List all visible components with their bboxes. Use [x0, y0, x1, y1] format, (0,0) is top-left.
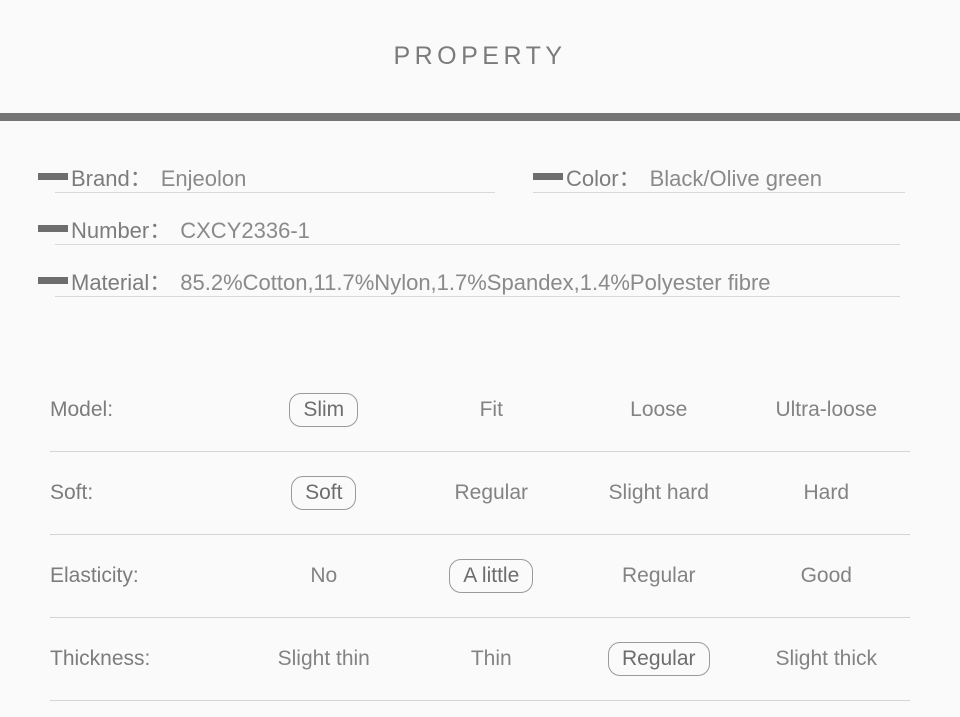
page-title: PROPERTY: [393, 42, 567, 70]
spec-option-thickness-2[interactable]: Regular: [575, 642, 743, 676]
spec-option-label: No: [310, 564, 338, 587]
spec-option-label: Slim: [289, 393, 359, 427]
property-info-block: Brand： Enjeolon Color： Black/Olive green…: [0, 141, 960, 297]
spec-label-thickness: Thickness:: [50, 647, 151, 670]
brand-label: Brand：: [71, 166, 152, 191]
spec-option-label: Hard: [803, 481, 850, 504]
spec-option-soft-3[interactable]: Hard: [743, 475, 911, 511]
material-label: Material：: [71, 270, 172, 295]
spec-option-soft-1[interactable]: Regular: [408, 475, 576, 511]
spec-label-model: Model:: [50, 398, 114, 421]
dash-marker-icon: [38, 277, 68, 284]
number-value: CXCY2336-1: [180, 218, 310, 243]
spec-option-soft-2[interactable]: Slight hard: [575, 475, 743, 511]
color-value: Black/Olive green: [649, 166, 822, 191]
info-field-color: Color： Black/Olive green: [533, 161, 822, 193]
spec-option-label: Slight hard: [608, 481, 709, 504]
spec-option-soft-0[interactable]: Soft: [240, 476, 408, 510]
spec-row-soft: Soft: Soft Regular Slight hard Hard: [50, 452, 910, 535]
spec-option-model-1[interactable]: Fit: [408, 392, 576, 428]
spec-option-thickness-3[interactable]: Slight thick: [743, 641, 911, 677]
color-label: Color：: [566, 166, 641, 191]
spec-option-elasticity-3[interactable]: Good: [743, 558, 911, 594]
spec-option-label: Regular: [454, 481, 529, 504]
dash-marker-icon: [38, 173, 68, 180]
info-field-material: Material： 85.2%Cotton,11.7%Nylon,1.7%Spa…: [38, 265, 771, 297]
spec-option-label: Soft: [291, 476, 357, 510]
spec-option-model-0[interactable]: Slim: [240, 393, 408, 427]
spec-options-elasticity: No A little Regular Good: [240, 558, 910, 594]
spec-option-thickness-1[interactable]: Thin: [408, 641, 576, 677]
number-label: Number：: [71, 218, 172, 243]
spec-option-label: Loose: [630, 398, 688, 421]
spec-row-elasticity: Elasticity: No A little Regular Good: [50, 535, 910, 618]
spec-label-soft: Soft:: [50, 481, 94, 504]
spec-option-label: Regular: [621, 564, 696, 587]
spec-row-thickness: Thickness: Slight thin Thin Regular Slig…: [50, 618, 910, 701]
spec-option-elasticity-1[interactable]: A little: [408, 559, 576, 593]
spec-option-elasticity-2[interactable]: Regular: [575, 558, 743, 594]
spec-options-model: Slim Fit Loose Ultra-loose: [240, 392, 910, 428]
spec-option-model-3[interactable]: Ultra-loose: [743, 392, 911, 428]
spec-label-elasticity: Elasticity:: [50, 564, 139, 587]
spec-option-thickness-0[interactable]: Slight thin: [240, 641, 408, 677]
info-field-brand: Brand： Enjeolon: [38, 161, 246, 193]
header-divider: [0, 113, 960, 121]
dash-marker-icon: [38, 225, 68, 232]
spec-option-label: Thin: [470, 647, 512, 670]
info-field-number: Number： CXCY2336-1: [38, 213, 310, 245]
info-row-number: Number： CXCY2336-1: [0, 193, 960, 245]
spec-option-label: Slight thin: [277, 647, 370, 670]
spec-option-label: A little: [449, 559, 534, 593]
spec-options-thickness: Slight thin Thin Regular Slight thick: [240, 641, 910, 677]
spec-option-label: Fit: [479, 398, 503, 421]
spec-option-model-2[interactable]: Loose: [575, 392, 743, 428]
spec-option-elasticity-0[interactable]: No: [240, 558, 408, 594]
dash-marker-icon: [533, 173, 563, 180]
page-header: PROPERTY: [0, 0, 960, 113]
info-row-material: Material： 85.2%Cotton,11.7%Nylon,1.7%Spa…: [0, 245, 960, 297]
spec-option-label: Good: [800, 564, 852, 587]
spec-table: Model: Slim Fit Loose Ultra-loose Soft: …: [0, 369, 960, 701]
spec-options-soft: Soft Regular Slight hard Hard: [240, 475, 910, 511]
field-underline: [55, 296, 900, 297]
material-value: 85.2%Cotton,11.7%Nylon,1.7%Spandex,1.4%P…: [180, 270, 771, 295]
info-row-brand-color: Brand： Enjeolon Color： Black/Olive green: [0, 141, 960, 193]
spec-row-model: Model: Slim Fit Loose Ultra-loose: [50, 369, 910, 452]
spec-option-label: Slight thick: [775, 647, 878, 670]
brand-value: Enjeolon: [160, 166, 247, 191]
spec-option-label: Ultra-loose: [775, 398, 878, 421]
spec-option-label: Regular: [607, 642, 710, 676]
